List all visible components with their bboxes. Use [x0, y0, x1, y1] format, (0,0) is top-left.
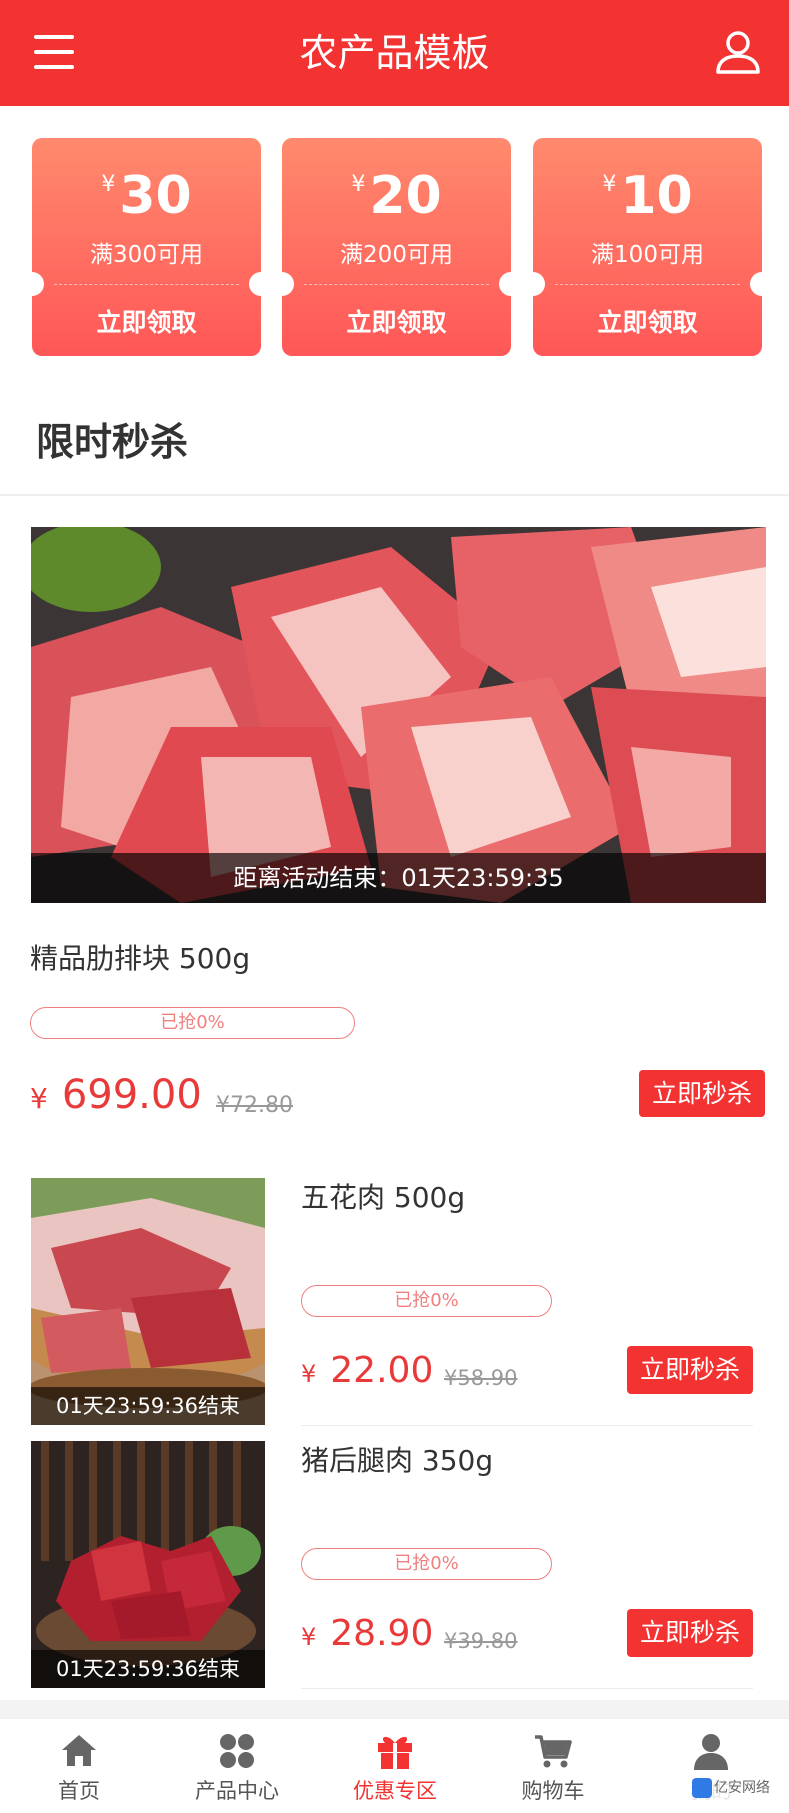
divider [0, 1700, 789, 1720]
tab-label: 首页 [58, 1779, 100, 1803]
bottom-tab-bar: 首页 产品中心 优惠专区 购物车 我的 [0, 1718, 789, 1813]
current-price: ¥22.00 [301, 1350, 434, 1391]
flash-buy-button[interactable]: 立即秒杀 [639, 1070, 765, 1117]
gift-icon [378, 1736, 412, 1769]
divider [301, 1688, 753, 1689]
original-price: ¥39.80 [444, 1629, 518, 1653]
progress-label: 已抢0% [394, 1290, 459, 1311]
coupon-card[interactable]: ¥20 满200可用 立即领取 [282, 138, 511, 356]
item-countdown: 01天23:59:36结束 [31, 1387, 265, 1425]
product-image[interactable]: 01天23:59:36结束 [31, 1178, 265, 1425]
current-price: ¥699.00 [30, 1072, 202, 1118]
grid-icon [220, 1734, 254, 1768]
user-icon[interactable] [714, 28, 762, 76]
divider [301, 1425, 753, 1426]
product-image[interactable]: 01天23:59:36结束 [31, 1441, 265, 1688]
tab-cart[interactable]: 购物车 [474, 1719, 632, 1813]
progress-bar: 已抢0% [301, 1285, 552, 1317]
section-title: 限时秒杀 [36, 420, 189, 464]
claim-coupon-button[interactable]: 立即领取 [282, 303, 511, 339]
countdown-banner: 距离活动结束：01天23:59:35 [31, 853, 766, 903]
original-price: ¥72.80 [216, 1093, 293, 1118]
coupon-card[interactable]: ¥10 满100可用 立即领取 [533, 138, 762, 356]
original-price: ¥58.90 [444, 1366, 518, 1390]
page-title: 农产品模板 [299, 31, 490, 75]
featured-product-image[interactable]: 距离活动结束：01天23:59:35 [31, 527, 766, 903]
tab-home[interactable]: 首页 [0, 1719, 158, 1813]
coupon-amount: ¥20 [351, 166, 442, 226]
tab-label: 产品中心 [195, 1779, 279, 1803]
item-countdown: 01天23:59:36结束 [31, 1650, 265, 1688]
flash-buy-button[interactable]: 立即秒杀 [627, 1609, 753, 1657]
claim-coupon-button[interactable]: 立即领取 [32, 303, 261, 339]
current-price: ¥28.90 [301, 1613, 434, 1654]
coupon-card[interactable]: ¥30 满300可用 立即领取 [32, 138, 261, 356]
progress-bar: 已抢0% [30, 1007, 355, 1039]
person-icon [694, 1734, 728, 1770]
tab-label: 优惠专区 [353, 1779, 437, 1803]
coupon-amount: ¥10 [602, 166, 693, 226]
divider [0, 494, 789, 496]
product-name[interactable]: 猪后腿肉 350g [301, 1439, 493, 1479]
coupon-condition: 满200可用 [340, 242, 453, 268]
cart-icon [535, 1735, 572, 1768]
claim-coupon-button[interactable]: 立即领取 [533, 303, 762, 339]
home-icon [62, 1735, 96, 1766]
flash-buy-button[interactable]: 立即秒杀 [627, 1346, 753, 1394]
watermark: 亿安网络 [690, 1774, 782, 1802]
tab-label: 购物车 [521, 1779, 585, 1803]
watermark-logo-icon [692, 1778, 712, 1798]
app-header: 农产品模板 [0, 0, 789, 106]
product-name[interactable]: 五花肉 500g [301, 1176, 465, 1216]
coupon-amount: ¥30 [101, 166, 192, 226]
progress-label: 已抢0% [394, 1553, 459, 1574]
coupon-row: ¥30 满300可用 立即领取 ¥20 满200可用 立即领取 ¥10 满100… [0, 106, 789, 386]
coupon-condition: 满300可用 [90, 242, 203, 268]
progress-label: 已抢0% [160, 1012, 225, 1033]
progress-bar: 已抢0% [301, 1548, 552, 1580]
coupon-condition: 满100可用 [591, 242, 704, 268]
tab-products[interactable]: 产品中心 [158, 1719, 316, 1813]
product-name[interactable]: 精品肋排块 500g [30, 937, 250, 977]
tab-offers[interactable]: 优惠专区 [316, 1719, 474, 1813]
